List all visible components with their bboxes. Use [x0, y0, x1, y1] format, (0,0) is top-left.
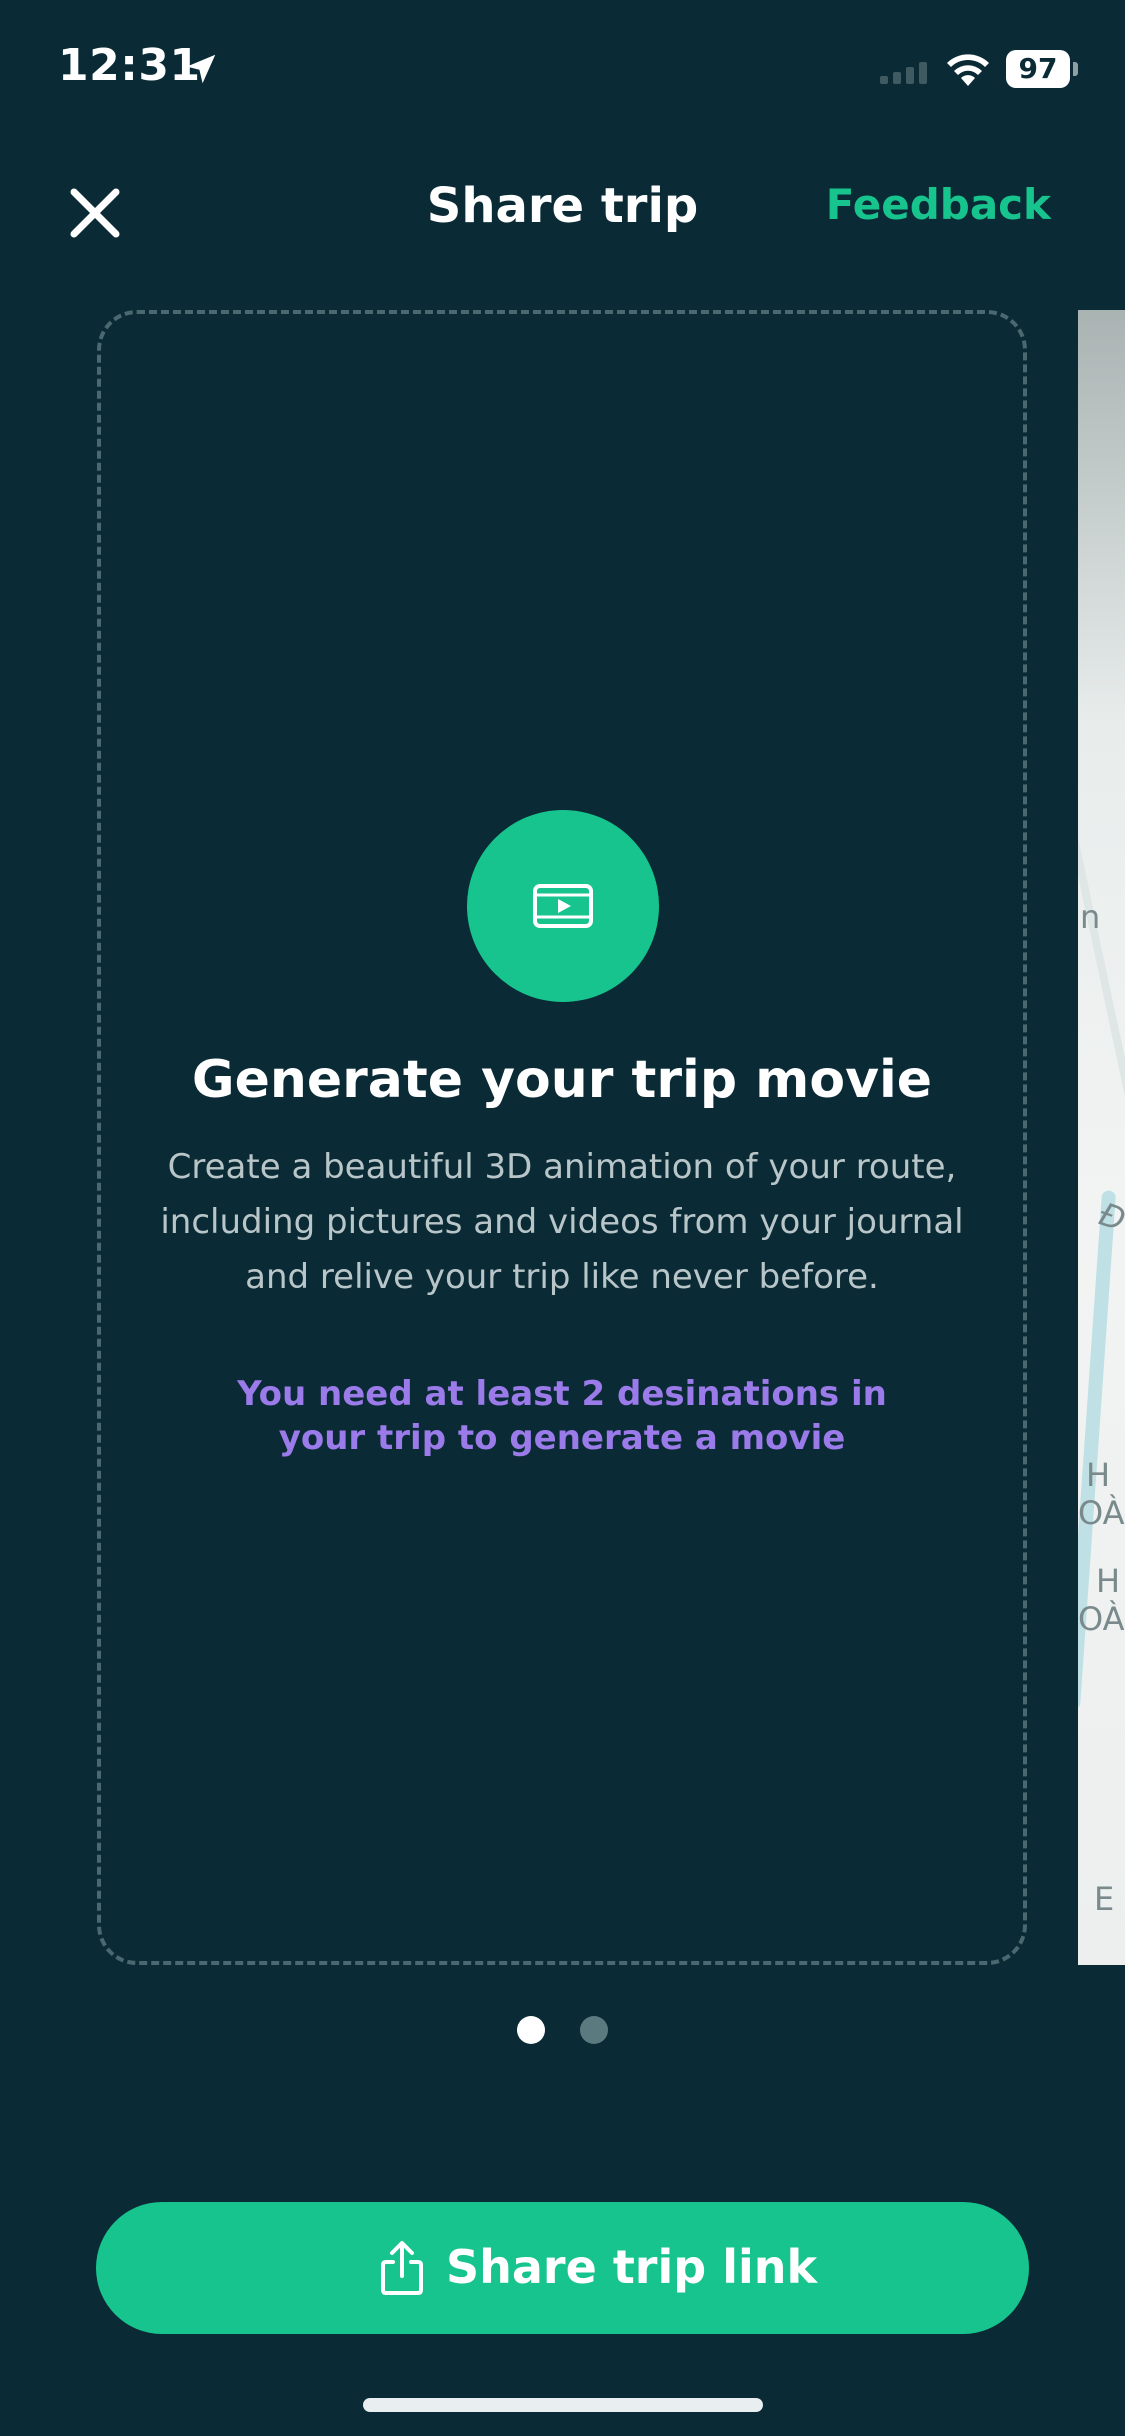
page-dot-2[interactable] [580, 2016, 608, 2044]
page-indicator [0, 2016, 1125, 2046]
feedback-button[interactable]: Feedback [826, 180, 1051, 229]
wifi-icon [947, 54, 989, 86]
status-time: 12:31 [58, 40, 201, 91]
map-label: OÀ [1078, 1494, 1125, 1532]
battery-nub [1073, 62, 1078, 76]
next-card-map-preview[interactable]: n Đ H OÀ H OÀ E [1078, 310, 1125, 1965]
map-label: Đ [1094, 1194, 1125, 1240]
cellular-signal-icon [880, 62, 927, 84]
map-label: OÀ [1078, 1600, 1125, 1638]
trip-movie-card [97, 310, 1027, 1965]
map-label: n [1080, 898, 1101, 936]
status-bar: 12:31 97 [0, 0, 1125, 140]
share-icon [381, 2241, 423, 2295]
home-indicator[interactable] [363, 2398, 763, 2412]
location-arrow-icon [186, 54, 216, 84]
share-button-label: Share trip link [446, 2240, 818, 2294]
card-description: Create a beautiful 3D animation of your … [160, 1147, 964, 1297]
film-play-icon [533, 884, 593, 928]
battery-level: 97 [1006, 50, 1070, 88]
card-title: Generate your trip movie [191, 1050, 933, 1110]
share-trip-screen: 12:31 97 Share trip Feedback n Đ H OÀ H … [0, 0, 1125, 2436]
map-label: H [1096, 1562, 1121, 1600]
movie-badge [467, 810, 659, 1002]
destinations-warning: You need at least 2 desinations in your … [237, 1374, 887, 1458]
map-road [1078, 812, 1125, 1108]
map-label: H [1086, 1456, 1111, 1494]
battery-indicator: 97 [1006, 50, 1078, 88]
page-dot-1[interactable] [517, 2016, 545, 2044]
map-label: E [1094, 1880, 1115, 1918]
share-trip-link-button[interactable]: Share trip link [96, 2202, 1029, 2334]
